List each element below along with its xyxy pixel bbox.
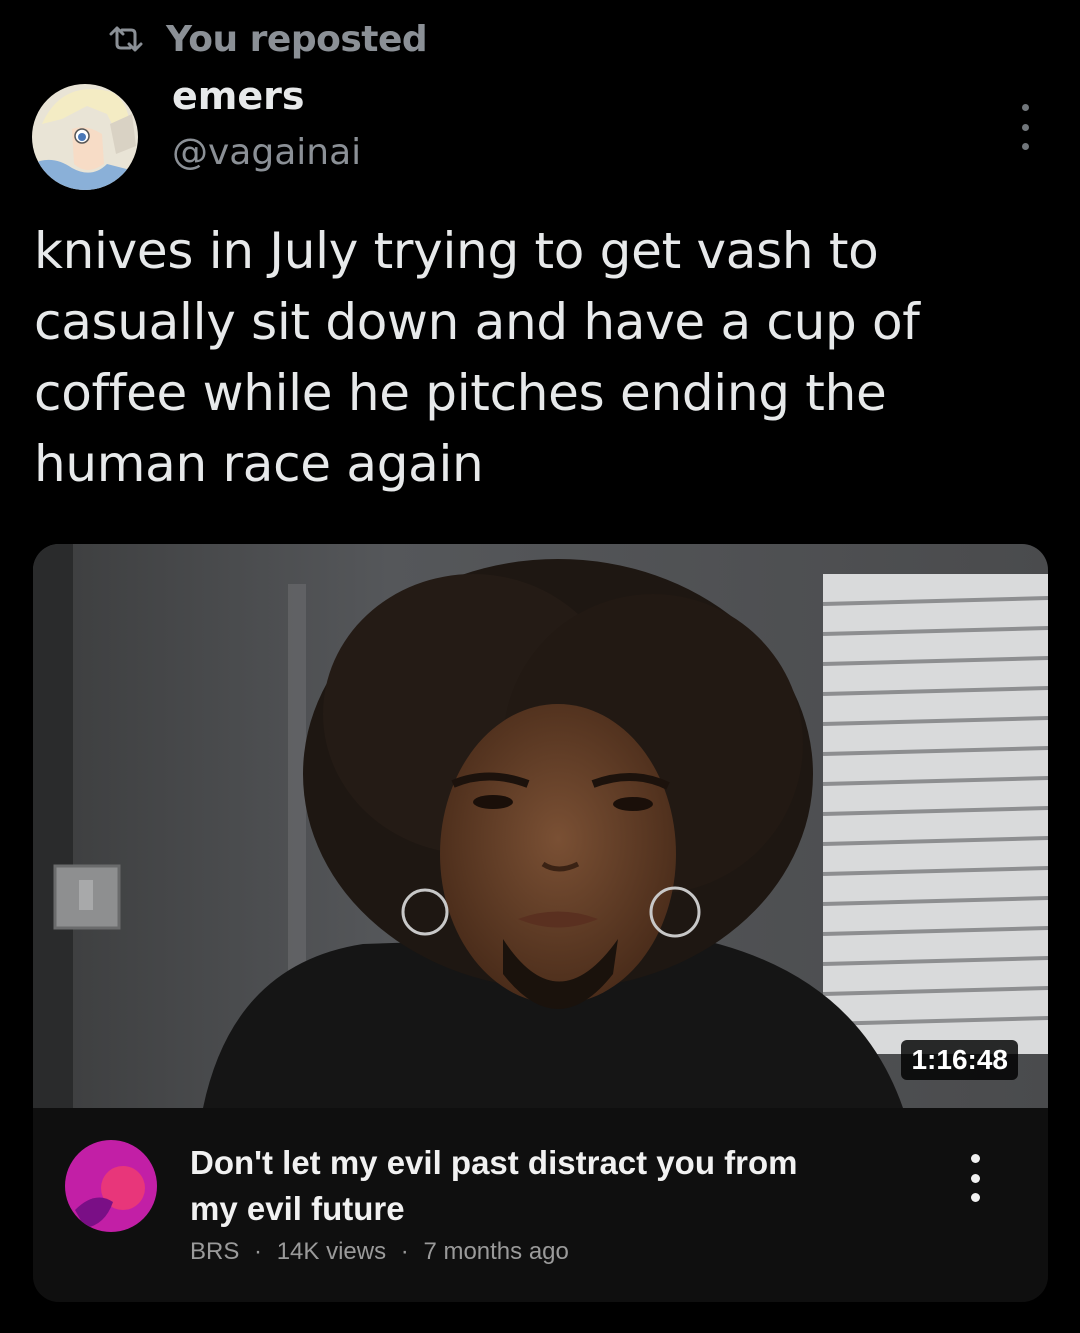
post-text-line: casually sit down and have a cup of (34, 293, 920, 351)
avatar-image (32, 84, 138, 190)
author-avatar[interactable] (32, 84, 138, 190)
repost-indicator: You reposted (108, 14, 428, 64)
view-count: 14K views (276, 1238, 387, 1265)
post-text-line: human race again (34, 435, 484, 493)
channel-name[interactable]: BRS (190, 1238, 239, 1265)
post-text: knives in July trying to get vash to cas… (34, 216, 1044, 500)
video-thumbnail (33, 544, 1048, 1108)
channel-avatar-image (65, 1140, 157, 1232)
post-text-line: coffee while he pitches ending the (34, 364, 887, 422)
video-title-line: Don't let my evil past distract you from (190, 1144, 798, 1181)
meta-separator: · (254, 1238, 263, 1265)
attached-video-screenshot[interactable]: 1:16:48 Don't let my evil past distract … (33, 544, 1048, 1302)
video-duration-badge: 1:16:48 (901, 1040, 1018, 1080)
meta-separator: · (400, 1238, 409, 1265)
channel-avatar[interactable] (65, 1140, 157, 1232)
video-info-row: Don't let my evil past distract you from… (33, 1108, 1048, 1302)
video-more-options-icon[interactable] (963, 1154, 987, 1202)
more-options-icon[interactable] (1010, 104, 1040, 150)
post-text-line: knives in July trying to get vash to (34, 222, 879, 280)
author-display-name[interactable]: emers (172, 74, 305, 118)
repost-label: You reposted (166, 18, 428, 60)
video-meta: BRS · 14K views · 7 months ago (190, 1238, 569, 1266)
video-title-line: my evil future (190, 1190, 405, 1227)
author-handle[interactable]: @vagainai (172, 132, 361, 173)
video-title[interactable]: Don't let my evil past distract you from… (190, 1140, 910, 1232)
repost-icon (109, 26, 143, 52)
upload-age: 7 months ago (423, 1238, 569, 1265)
